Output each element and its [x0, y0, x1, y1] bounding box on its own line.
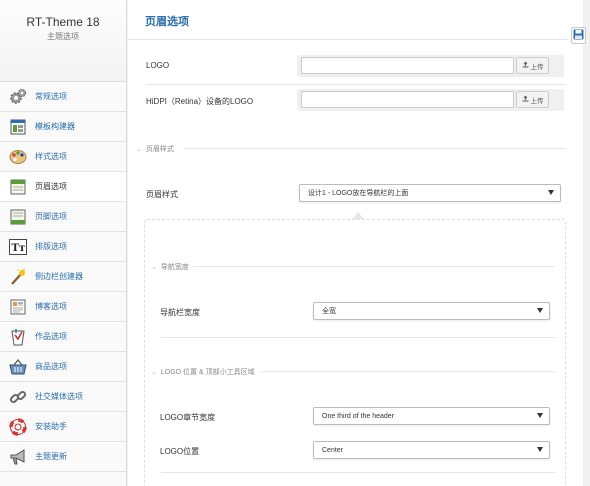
brand-title: RT-Theme 18: [26, 15, 100, 29]
header-layout-icon: [8, 177, 28, 197]
floppy-disk-icon: [573, 29, 584, 42]
header-style-subpanel: ⌄ 导航宽度 导航栏宽度 全宽 ⌄ LOGO 位置 & 顶部小工具区域 LOGO…: [144, 219, 566, 486]
title-divider: [128, 39, 568, 40]
section-divider: [184, 148, 566, 149]
save-button[interactable]: [571, 27, 586, 44]
sidebar-item-label: 常规选项: [35, 92, 67, 101]
page-title: 页眉选项: [145, 16, 189, 28]
retina-logo-label: HiDPI（Retina）设备的LOGO: [146, 97, 254, 106]
sidebar-item-theme-update[interactable]: 主题更新: [0, 442, 126, 472]
page-edge: [583, 0, 590, 486]
sidebar-item-label: 博客选项: [35, 302, 67, 311]
sidebar-item-label: 页眉选项: [35, 182, 67, 191]
sidebar-item-label: 主题更新: [35, 452, 67, 461]
sidebar-item-general[interactable]: 常规选项: [0, 82, 126, 112]
megaphone-icon: [8, 447, 28, 467]
logo-label: LOGO: [146, 61, 170, 70]
gears-icon: [8, 87, 28, 107]
template-icon: [8, 117, 28, 137]
sidebar-item-products[interactable]: 商品选项: [0, 352, 126, 382]
palette-icon: [8, 147, 28, 167]
chevron-down-icon: ⌄: [136, 146, 142, 153]
subpanel-caret: [352, 212, 364, 219]
sidebar-item-label: 排版选项: [35, 242, 67, 251]
chevron-down-icon: ⌄: [151, 264, 157, 271]
header-style-section-heading: ⌄ 页眉样式: [136, 146, 174, 153]
select-arrow-icon: [537, 413, 543, 418]
nav-width-select[interactable]: 全宽: [313, 302, 550, 320]
sidebar-item-label: 商品选项: [35, 362, 67, 371]
logo-section-width-label: LOGO章节宽度: [160, 413, 216, 422]
basket-icon: [8, 357, 28, 377]
chain-link-icon: [8, 387, 28, 407]
retina-logo-upload-button[interactable]: 上传: [516, 91, 549, 108]
upload-label: 上传: [530, 63, 544, 71]
logo-position-select[interactable]: Center: [313, 441, 550, 459]
logo-section-width-select[interactable]: One third of the header: [313, 407, 550, 425]
sidebar-item-label: 样式选项: [35, 152, 67, 161]
section-divider: [193, 266, 555, 267]
svg-text:Tт: Tт: [12, 243, 26, 254]
sidebar-item-label: 作品选项: [35, 332, 67, 341]
sidebar-item-blog[interactable]: 博客选项: [0, 292, 126, 322]
brand-subtitle: 主题选项: [47, 32, 79, 41]
sidebar-item-label: 社交媒体选项: [35, 392, 83, 401]
typography-icon: Tт: [8, 237, 28, 257]
section-divider: [261, 371, 555, 372]
logo-url-input[interactable]: [301, 57, 514, 74]
row-divider: [146, 84, 566, 85]
sidebar-item-header[interactable]: 页眉选项: [0, 172, 126, 202]
row-divider: [161, 472, 555, 473]
upload-icon: [522, 61, 529, 70]
select-arrow-icon: [537, 447, 543, 452]
upload-label: 上传: [530, 97, 544, 105]
upload-icon: [522, 95, 529, 104]
main-panel: 页眉选项 LOGO 上传 HiDPI（Retina）设备的LOGO 上传 ⌄ 页…: [128, 0, 583, 486]
sidebar-item-portfolio[interactable]: 作品选项: [0, 322, 126, 352]
sidebar: RT-Theme 18 主题选项 常规选项 模板构建器 样式选项 页眉选项 页脚…: [0, 0, 127, 486]
sidebar-item-template-builder[interactable]: 模板构建器: [0, 112, 126, 142]
header-style-label: 页眉样式: [146, 190, 178, 199]
brand-header: RT-Theme 18 主题选项: [0, 0, 126, 82]
logo-upload-button[interactable]: 上传: [516, 57, 549, 74]
logo-position-label: LOGO位置: [160, 447, 200, 456]
footer-layout-icon: [8, 207, 28, 227]
logo-area-section-heading: ⌄ LOGO 位置 & 顶部小工具区域: [151, 369, 255, 376]
lifebuoy-icon: [8, 417, 28, 437]
retina-logo-url-input[interactable]: [301, 91, 514, 108]
portfolio-icon: [8, 327, 28, 347]
nav-width-section-heading: ⌄ 导航宽度: [151, 264, 189, 271]
blog-icon: [8, 297, 28, 317]
sidebar-item-label: 模板构建器: [35, 122, 75, 131]
sidebar-item-label: 页脚选项: [35, 212, 67, 221]
select-arrow-icon: [537, 308, 543, 313]
sidebar-item-styling[interactable]: 样式选项: [0, 142, 126, 172]
row-divider: [161, 337, 555, 338]
nav-width-label: 导航栏宽度: [160, 308, 200, 317]
select-arrow-icon: [548, 190, 554, 195]
sidebar-item-sidebar-creator[interactable]: 侧边栏创建器: [0, 262, 126, 292]
magic-wand-icon: [8, 267, 28, 287]
header-style-select[interactable]: 设计1 - LOGO放在导航栏的上面: [299, 184, 561, 202]
sidebar-item-setup-assistant[interactable]: 安装助手: [0, 412, 126, 442]
sidebar-item-label: 侧边栏创建器: [35, 272, 83, 281]
sidebar-item-social-media[interactable]: 社交媒体选项: [0, 382, 126, 412]
sidebar-item-footer[interactable]: 页脚选项: [0, 202, 126, 232]
sidebar-item-typography[interactable]: Tт 排版选项: [0, 232, 126, 262]
chevron-down-icon: ⌄: [151, 369, 157, 376]
sidebar-item-label: 安装助手: [35, 422, 67, 431]
